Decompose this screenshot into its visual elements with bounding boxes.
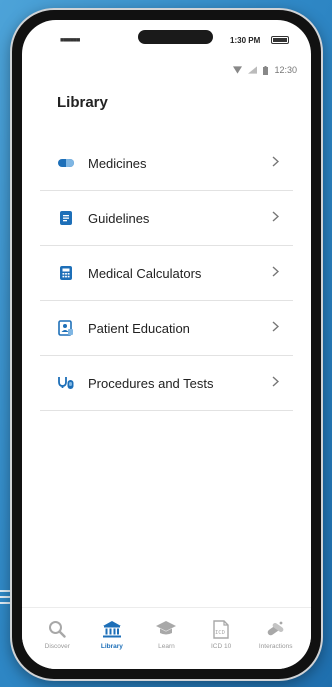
phone-frame: ■■■■■■ 1:30 PM 12:30 Library Medicines G… <box>10 8 323 681</box>
library-item-medical-calculators[interactable]: Medical Calculators <box>40 246 293 301</box>
library-item-medicines[interactable]: Medicines <box>40 136 293 191</box>
chevron-right-icon <box>272 319 280 337</box>
stethoscope-icon <box>56 373 76 393</box>
library-item-patient-education[interactable]: Patient Education <box>40 301 293 356</box>
chevron-right-icon <box>272 264 280 282</box>
nav-label: Library <box>100 643 123 650</box>
nav-item-discover[interactable]: Discover <box>31 608 83 669</box>
phone-notch <box>138 30 213 44</box>
library-item-label: Medical Calculators <box>88 265 202 281</box>
signal-dots-icon: ■■■■■■ <box>60 37 80 44</box>
nav-item-interactions[interactable]: Interactions <box>250 608 302 669</box>
nav-label: Discover <box>44 643 70 650</box>
battery-small-icon <box>263 65 269 75</box>
nav-item-learn[interactable]: Learn <box>140 608 192 669</box>
nav-item-icd10[interactable]: ICD ICD 10 <box>195 608 247 669</box>
library-item-label: Guidelines <box>88 210 150 226</box>
pill-icon <box>56 153 76 173</box>
wifi-icon <box>233 66 243 74</box>
svg-text:ICD: ICD <box>215 630 225 636</box>
bottom-navigation: Discover Library Learn ICD ICD 10 Intera… <box>22 607 311 669</box>
page-title: Library <box>57 94 108 111</box>
status-time: 1:30 PM <box>230 36 261 45</box>
library-list: Medicines Guidelines Medical Calculators… <box>40 136 293 411</box>
nav-label: ICD 10 <box>210 643 232 650</box>
patient-education-icon <box>56 318 76 338</box>
nav-item-library[interactable]: Library <box>86 608 138 669</box>
calculator-icon <box>56 263 76 283</box>
interactions-icon <box>266 618 286 640</box>
library-item-label: Medicines <box>88 155 147 171</box>
graduation-cap-icon <box>156 618 177 640</box>
library-item-label: Procedures and Tests <box>88 375 214 391</box>
nav-label: Interactions <box>258 643 293 650</box>
secondary-time: 12:30 <box>274 65 297 75</box>
chevron-right-icon <box>272 154 280 172</box>
icd-document-icon: ICD <box>213 618 229 640</box>
library-item-guidelines[interactable]: Guidelines <box>40 191 293 246</box>
chevron-right-icon <box>272 209 280 227</box>
nav-label: Learn <box>158 643 175 650</box>
cell-signal-icon <box>248 66 258 74</box>
battery-icon <box>271 36 289 44</box>
library-item-label: Patient Education <box>88 320 190 336</box>
secondary-status-bar: 12:30 <box>233 64 297 76</box>
library-icon <box>102 618 122 640</box>
search-icon <box>48 618 66 640</box>
chevron-right-icon <box>272 374 280 392</box>
document-icon <box>56 208 76 228</box>
phone-screen: ■■■■■■ 1:30 PM 12:30 Library Medicines G… <box>22 20 311 669</box>
library-item-procedures-and-tests[interactable]: Procedures and Tests <box>40 356 293 411</box>
